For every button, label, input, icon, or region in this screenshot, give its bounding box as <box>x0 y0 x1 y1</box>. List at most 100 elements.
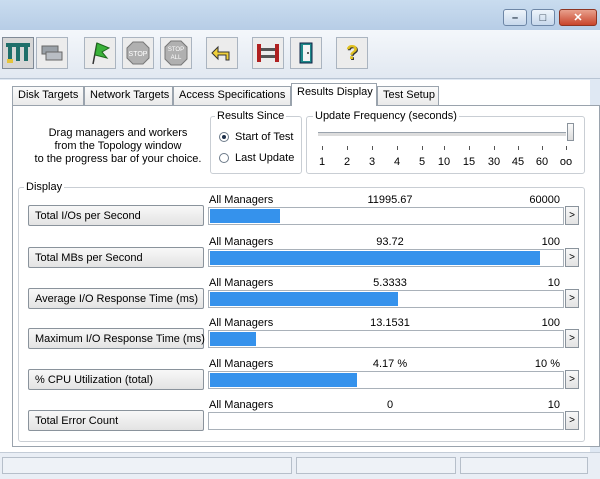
results-since-group <box>210 116 302 174</box>
stop-all-button[interactable]: STOP ALL <box>160 37 192 69</box>
metric-arrow-button[interactable]: > <box>565 289 579 308</box>
title-bar: – □ ✕ <box>0 0 600 30</box>
topology-button[interactable] <box>2 37 34 69</box>
frequency-tick-mark <box>566 146 567 150</box>
network-workers-icon <box>257 44 279 62</box>
metric-value: 0 <box>386 399 394 411</box>
close-icon: ✕ <box>573 12 583 24</box>
display-legend: Display <box>24 181 65 193</box>
frequency-tick-label: 3 <box>368 156 376 168</box>
metric-arrow-button[interactable]: > <box>565 329 579 348</box>
metric-selector-button[interactable]: Average I/O Response Time (ms) <box>28 288 204 309</box>
metric-progress-bar[interactable] <box>208 412 564 430</box>
frequency-tick-mark <box>372 146 373 150</box>
minimize-button[interactable]: – <box>503 9 527 26</box>
metric-value: 93.72 <box>376 236 404 248</box>
update-frequency-slider-track[interactable] <box>318 132 566 137</box>
frequency-tick-label: oo <box>559 156 573 168</box>
metric-source-label: All Managers <box>209 236 274 248</box>
reset-icon <box>211 45 230 61</box>
frequency-tick-label: 45 <box>511 156 525 168</box>
reset-button[interactable] <box>206 37 238 69</box>
disk-workers-icon <box>41 45 63 61</box>
metric-progress-bar[interactable] <box>208 290 564 308</box>
metric-source-label: All Managers <box>209 399 274 411</box>
svg-text:STOP: STOP <box>129 51 148 58</box>
metric-max: 60000 <box>529 194 560 206</box>
metric-value: 5.3333 <box>373 277 407 289</box>
metric-selector-button[interactable]: Maximum I/O Response Time (ms) <box>28 328 205 349</box>
metric-selector-button[interactable]: Total I/Os per Second <box>28 205 204 226</box>
start-flag-icon <box>92 42 111 65</box>
frequency-tick-label: 10 <box>437 156 451 168</box>
radio-dot <box>219 153 229 163</box>
metric-arrow-button[interactable]: > <box>565 411 579 430</box>
metric-max: 10 <box>547 399 560 411</box>
status-bar <box>0 452 600 479</box>
metric-progress-bar[interactable] <box>208 330 564 348</box>
stop-icon: STOP <box>126 41 150 65</box>
metric-selector-button[interactable]: Total MBs per Second <box>28 247 204 268</box>
frequency-tick-label: 2 <box>343 156 351 168</box>
exit-button[interactable] <box>290 37 322 69</box>
metric-progress-fill <box>210 332 256 346</box>
frequency-tick-mark <box>518 146 519 150</box>
start-button[interactable] <box>84 37 116 69</box>
frequency-tick-mark <box>347 146 348 150</box>
metric-arrow-button[interactable]: > <box>565 370 579 389</box>
radio-dot-checked <box>219 132 229 142</box>
metric-progress-bar[interactable] <box>208 371 564 389</box>
frequency-tick-label: 30 <box>487 156 501 168</box>
frequency-tick-label: 60 <box>535 156 549 168</box>
radio-last-update[interactable]: Last Update <box>219 152 294 164</box>
close-button[interactable]: ✕ <box>559 9 597 26</box>
metric-progress-fill <box>210 373 357 387</box>
update-frequency-slider-thumb[interactable] <box>567 123 574 141</box>
tab-network-targets[interactable]: Network Targets <box>84 86 173 105</box>
metric-source-label: All Managers <box>209 317 274 329</box>
metric-selector-button[interactable]: % CPU Utilization (total) <box>28 369 204 390</box>
metric-max: 10 <box>547 277 560 289</box>
metric-progress-fill <box>210 251 540 265</box>
metric-value: 11995.67 <box>367 194 413 206</box>
metric-arrow-button[interactable]: > <box>565 206 579 225</box>
metric-selector-button[interactable]: Total Error Count <box>28 410 204 431</box>
svg-text:ALL: ALL <box>171 55 182 61</box>
tab-test-setup[interactable]: Test Setup <box>377 86 439 105</box>
metric-max: 100 <box>541 317 560 329</box>
help-button[interactable]: ? <box>336 37 368 69</box>
frequency-tick-mark <box>397 146 398 150</box>
network-workers-button[interactable] <box>252 37 284 69</box>
tab-results-display[interactable]: Results Display <box>291 83 377 106</box>
metric-value: 4.17 % <box>372 358 408 370</box>
status-pane-2 <box>296 457 456 474</box>
frequency-tick-mark <box>469 146 470 150</box>
metric-progress-fill <box>210 209 280 223</box>
tab-disk-targets[interactable]: Disk Targets <box>12 86 84 105</box>
minimize-icon: – <box>511 11 519 24</box>
metric-value: 13.1531 <box>370 317 410 329</box>
frequency-tick-label: 5 <box>418 156 426 168</box>
frequency-tick-mark <box>444 146 445 150</box>
metric-progress-bar[interactable] <box>208 249 564 267</box>
update-frequency-legend: Update Frequency (seconds) <box>313 110 459 122</box>
metric-max: 10 % <box>534 358 560 370</box>
results-since-legend: Results Since <box>215 110 287 122</box>
stop-button[interactable]: STOP <box>122 37 154 69</box>
svg-text:STOP: STOP <box>168 47 184 53</box>
disk-workers-button[interactable] <box>36 37 68 69</box>
toolbar: STOP STOP ALL ? <box>0 30 600 79</box>
metric-progress-bar[interactable] <box>208 207 564 225</box>
frequency-tick-mark <box>542 146 543 150</box>
metric-progress-fill <box>210 292 398 306</box>
frequency-tick-mark <box>322 146 323 150</box>
topology-icon <box>6 43 30 63</box>
metric-source-label: All Managers <box>209 194 274 206</box>
metric-source-label: All Managers <box>209 358 274 370</box>
tab-access-specifications[interactable]: Access Specifications <box>173 86 291 105</box>
stop-all-icon: STOP ALL <box>164 40 188 66</box>
metric-arrow-button[interactable]: > <box>565 248 579 267</box>
frequency-tick-label: 15 <box>462 156 476 168</box>
maximize-button[interactable]: □ <box>531 9 555 26</box>
radio-start-of-test[interactable]: Start of Test <box>219 131 294 143</box>
